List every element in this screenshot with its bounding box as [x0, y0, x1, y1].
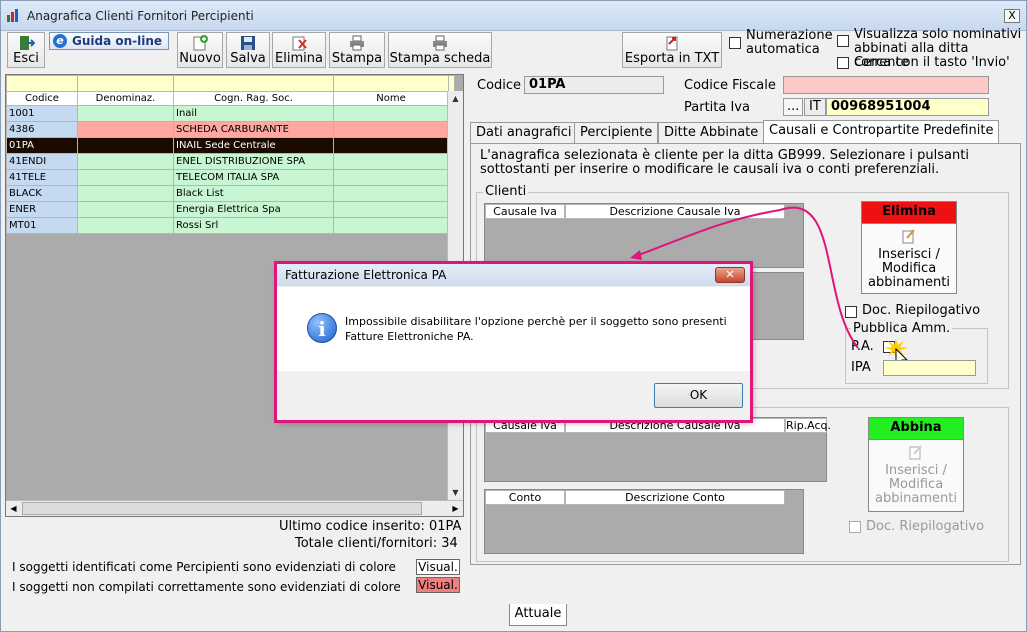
info-icon: i [307, 313, 337, 343]
ok-button[interactable]: OK [654, 383, 743, 408]
dialog-title: Fatturazione Elettronica PA [277, 264, 750, 286]
dialog-close-button[interactable]: ✕ [715, 267, 745, 283]
message-dialog: Fatturazione Elettronica PA ✕ i Impossib… [276, 263, 751, 421]
dialog-body: i Impossibile disabilitare l'opzione per… [277, 287, 750, 371]
dialog-message: Impossibile disabilitare l'opzione perch… [345, 315, 727, 343]
